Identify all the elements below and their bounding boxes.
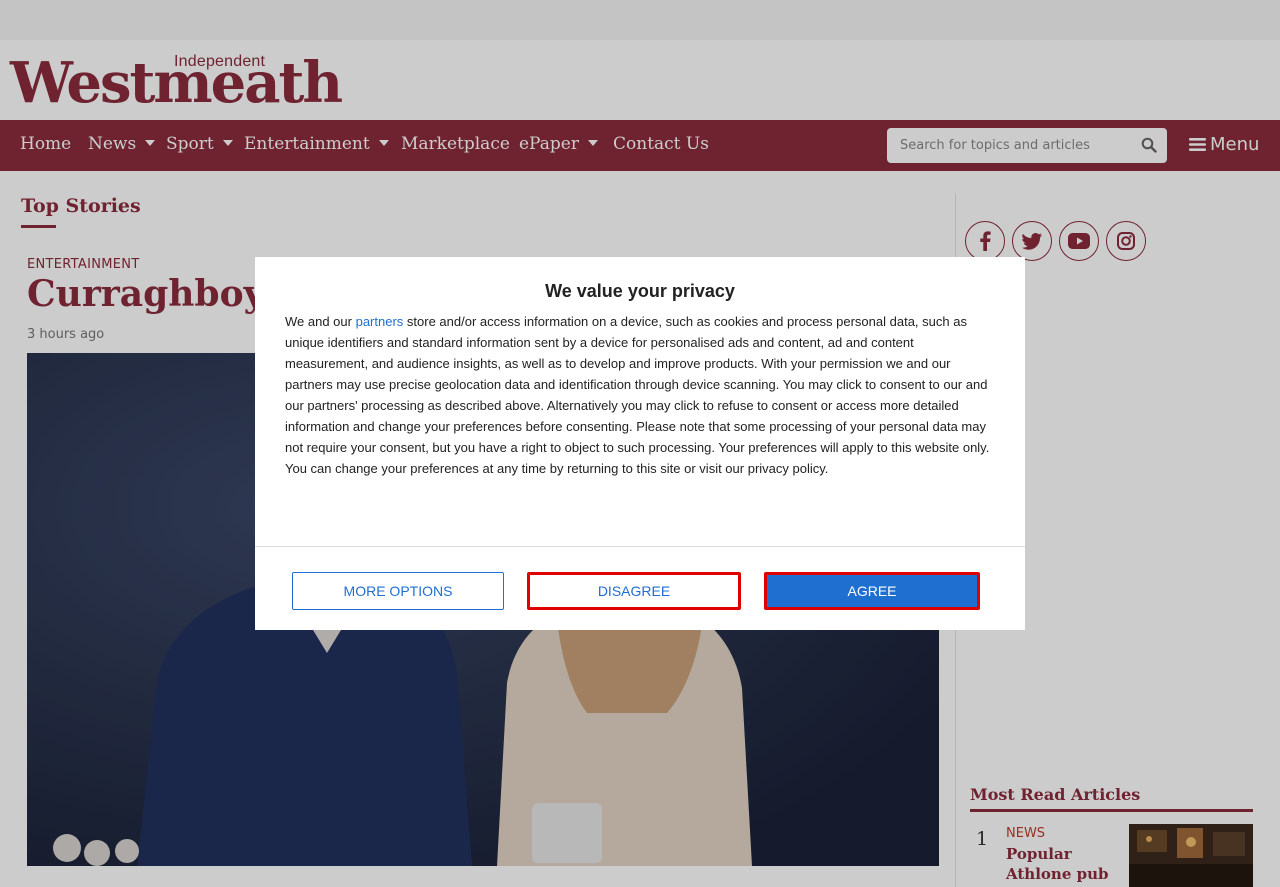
partners-link[interactable]: partners (356, 314, 404, 329)
consent-body-text: store and/or access information on a dev… (285, 314, 990, 476)
consent-divider (255, 546, 1025, 547)
more-options-button[interactable]: MORE OPTIONS (292, 572, 504, 610)
consent-dialog: We value your privacy We and our partner… (255, 257, 1025, 630)
consent-title: We value your privacy (545, 281, 735, 301)
agree-button[interactable]: AGREE (764, 572, 980, 610)
disagree-button[interactable]: DISAGREE (527, 572, 741, 610)
consent-body-intro: We and our (285, 314, 356, 329)
consent-body: We and our partners store and/or access … (285, 311, 997, 479)
